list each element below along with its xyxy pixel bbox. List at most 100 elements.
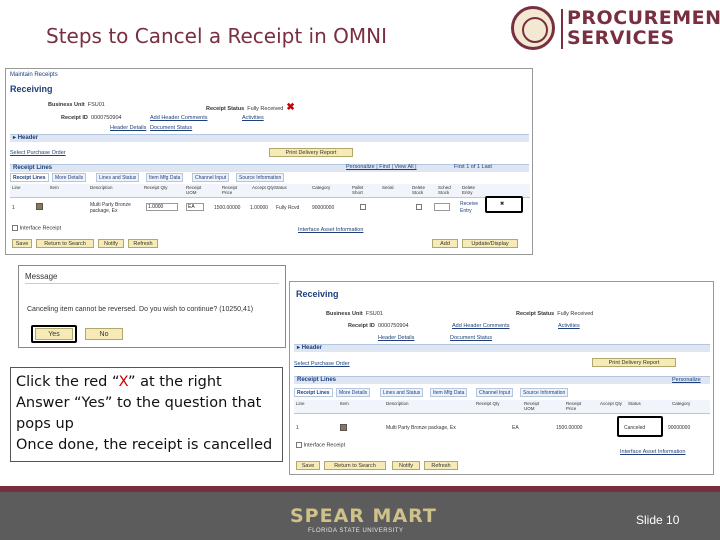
col-receipt-uom: Receipt UOM bbox=[524, 401, 540, 411]
col-sched-stock: Sched Stock bbox=[438, 185, 451, 195]
tab-more-details[interactable]: More Details bbox=[52, 173, 87, 182]
add-button[interactable]: Add bbox=[432, 239, 458, 248]
instruction-1-x: X bbox=[118, 374, 128, 390]
delete-stock-checkbox[interactable] bbox=[416, 204, 422, 210]
col-receipt-price: Receipt Price bbox=[222, 185, 238, 195]
receipt-status-value: Fully Received bbox=[247, 106, 284, 112]
save-button[interactable]: Save bbox=[296, 461, 320, 470]
tab-item-mfg[interactable]: Item Mfg Data bbox=[430, 388, 468, 397]
business-unit-row: Business Unit FSU01 bbox=[48, 102, 105, 108]
yes-highlight bbox=[31, 325, 77, 343]
col-description: Description bbox=[386, 401, 409, 406]
tab-item-mfg[interactable]: Item Mfg Data bbox=[146, 173, 184, 182]
receipt-qty-input[interactable]: 1.0000 bbox=[146, 203, 178, 211]
interface-asset-link[interactable]: Interface Asset Information bbox=[298, 227, 363, 233]
document-status-link[interactable]: Document Status bbox=[450, 335, 492, 341]
pager[interactable]: First 1 of 1 Last bbox=[454, 164, 492, 170]
business-unit-value: FSU01 bbox=[87, 102, 105, 108]
entry-link[interactable]: Entry bbox=[460, 208, 472, 214]
tab-lines-status[interactable]: Lines and Status bbox=[380, 388, 424, 397]
item-lookup-icon[interactable] bbox=[36, 203, 43, 210]
message-divider bbox=[25, 283, 279, 284]
return-to-search-button[interactable]: Return to Search bbox=[36, 239, 94, 248]
item-lookup-icon[interactable] bbox=[340, 424, 347, 431]
interface-receipt-label: Interface Receipt bbox=[303, 442, 346, 449]
sched-stock-input[interactable] bbox=[434, 203, 450, 211]
pallet-checkbox[interactable] bbox=[360, 204, 366, 210]
activities-link[interactable]: Activities bbox=[242, 115, 264, 121]
notify-button[interactable]: Notify bbox=[392, 461, 420, 470]
header-details-link[interactable]: Header Details bbox=[378, 335, 414, 341]
print-delivery-button[interactable]: Print Delivery Report bbox=[592, 358, 676, 367]
row-accept: 1.00000 bbox=[250, 205, 269, 211]
tab-more-details[interactable]: More Details bbox=[336, 388, 371, 397]
activities-link[interactable]: Activities bbox=[558, 323, 580, 329]
row-price: 1500.00000 bbox=[556, 425, 583, 431]
col-delete-stock: Delete Stock bbox=[412, 185, 426, 195]
col-receipt-qty: Receipt Qty bbox=[476, 401, 500, 406]
col-receipt-price: Receipt Price bbox=[566, 401, 582, 411]
refresh-button[interactable]: Refresh bbox=[424, 461, 458, 470]
logo-text: PROCUREMENT SERVICES bbox=[567, 8, 720, 48]
uom-input[interactable]: EA bbox=[186, 203, 204, 211]
return-to-search-button[interactable]: Return to Search bbox=[324, 461, 386, 470]
personalize-link[interactable]: Personalize bbox=[672, 377, 701, 383]
row-price: 1500.00000 bbox=[214, 205, 241, 211]
business-unit-value: FSU01 bbox=[365, 311, 383, 317]
tab-channel-input[interactable]: Channel Input bbox=[476, 388, 514, 397]
receipt-lines-label: Receipt Lines bbox=[13, 165, 53, 171]
receipt-id-value: 0000750904 bbox=[90, 115, 122, 121]
col-line: Line bbox=[12, 185, 21, 190]
logo-line2: SERVICES bbox=[567, 27, 675, 49]
print-delivery-button[interactable]: Print Delivery Report bbox=[269, 148, 353, 157]
document-status-link[interactable]: Document Status bbox=[150, 125, 192, 131]
receiving-screenshot-after: Receiving Business Unit FSU01 Receipt St… bbox=[289, 281, 714, 475]
interface-receipt-checkbox[interactable] bbox=[12, 225, 18, 231]
slide-number: Slide 10 bbox=[636, 513, 680, 527]
col-delete-entry: Delete Entry bbox=[462, 185, 476, 195]
update-display-button[interactable]: Update/Display bbox=[462, 239, 518, 248]
col-accept-qty: Accept Qty bbox=[600, 401, 623, 406]
tab-source-info[interactable]: Source Information bbox=[520, 388, 569, 397]
tab-source-info[interactable]: Source Information bbox=[236, 173, 285, 182]
add-header-comments-link[interactable]: Add Header Comments bbox=[452, 323, 509, 329]
cancel-header-x-icon[interactable]: ✖ bbox=[286, 102, 294, 113]
personalize-link[interactable]: Personalize | Find | View All | bbox=[346, 164, 417, 170]
receipt-id-row: Receipt ID 0000750904 bbox=[348, 323, 409, 329]
instructions-box: Click the red “X” at the right Answer “Y… bbox=[10, 367, 283, 462]
receipt-status-label: Receipt Status bbox=[516, 311, 555, 317]
select-po-link[interactable]: Select Purchase Order bbox=[294, 361, 350, 367]
breadcrumb[interactable]: Maintain Receipts bbox=[10, 72, 58, 78]
col-status: Status bbox=[274, 185, 287, 190]
notify-button[interactable]: Notify bbox=[98, 239, 124, 248]
add-header-comments-link[interactable]: Add Header Comments bbox=[150, 115, 207, 121]
cancel-x-highlight bbox=[485, 196, 523, 213]
receipt-status-row: Receipt Status Fully Received ✖ bbox=[206, 102, 295, 113]
receive-link[interactable]: Receive bbox=[460, 201, 478, 207]
col-receipt-uom: Receipt UOM bbox=[186, 185, 202, 195]
col-pallet-short: Pallet Short bbox=[352, 185, 364, 195]
row-line: 1 bbox=[296, 425, 299, 431]
refresh-button[interactable]: Refresh bbox=[128, 239, 158, 248]
tab-receipt-lines[interactable]: Receipt Lines bbox=[10, 173, 49, 182]
tab-channel-input[interactable]: Channel Input bbox=[192, 173, 230, 182]
receipt-id-label: Receipt ID bbox=[61, 115, 88, 121]
interface-receipt-row: Interface Receipt bbox=[296, 442, 345, 448]
no-button[interactable]: No bbox=[85, 328, 123, 340]
header-section-label: Header bbox=[301, 345, 323, 351]
select-po-link[interactable]: Select Purchase Order bbox=[10, 150, 66, 156]
header-details-link[interactable]: Header Details bbox=[110, 125, 146, 131]
interface-receipt-checkbox[interactable] bbox=[296, 442, 302, 448]
instruction-line-1: Click the red “X” at the right bbox=[16, 372, 277, 393]
fsu-seal-icon bbox=[511, 6, 555, 50]
save-button[interactable]: Save bbox=[12, 239, 32, 248]
row-uom: EA bbox=[512, 425, 519, 431]
instruction-line-3: Once done, the receipt is cancelled bbox=[16, 437, 273, 453]
header-section-bar[interactable]: ▸ Header bbox=[294, 344, 710, 352]
tab-receipt-lines[interactable]: Receipt Lines bbox=[294, 388, 333, 397]
receipt-id-label: Receipt ID bbox=[348, 323, 375, 329]
tab-lines-status[interactable]: Lines and Status bbox=[96, 173, 140, 182]
interface-asset-link[interactable]: Interface Asset Information bbox=[620, 449, 685, 455]
page-heading: Receiving bbox=[296, 289, 339, 299]
header-section-bar[interactable]: ▸ Header bbox=[10, 134, 529, 142]
